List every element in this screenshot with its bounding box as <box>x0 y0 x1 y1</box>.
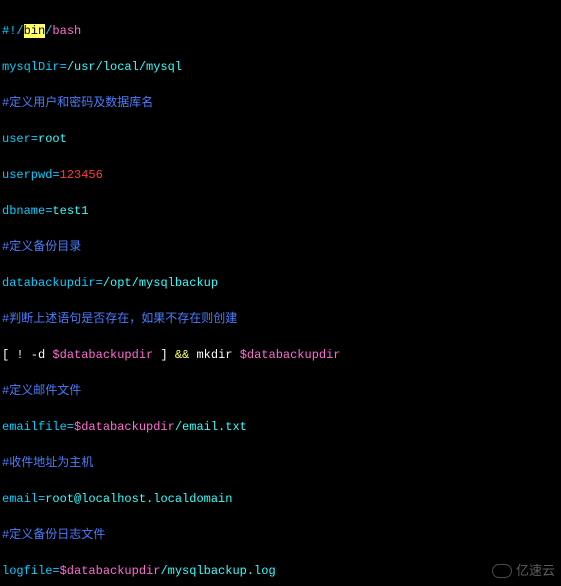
shebang-bash: bash <box>52 24 81 38</box>
comment-line: #判断上述语句是否存在，如果不存在则创建 <box>2 310 559 328</box>
operator: && <box>175 348 189 362</box>
var-value: /usr/local/mysql <box>67 60 182 74</box>
comment-line: #定义备份目录 <box>2 238 559 256</box>
cloud-icon <box>492 564 512 578</box>
test-close: ] <box>153 348 175 362</box>
code-line: logfile=$databackupdir/mysqlbackup.log <box>2 562 559 580</box>
code-line: [ ! -d $databackupdir ] && mkdir $databa… <box>2 346 559 364</box>
var-ref: $databackupdir <box>60 564 161 578</box>
var-name: mysqlDir= <box>2 60 67 74</box>
code-line: email=root@localhost.localdomain <box>2 490 559 508</box>
var-name: logfile= <box>2 564 60 578</box>
comment: #定义备份日志文件 <box>2 528 105 542</box>
var-name: userpwd= <box>2 168 60 182</box>
var-name: databackupdir= <box>2 276 103 290</box>
var-name: dbname= <box>2 204 52 218</box>
var-ref: $databackupdir <box>74 420 175 434</box>
code-line: mysqlDir=/usr/local/mysql <box>2 58 559 76</box>
command: mkdir <box>189 348 239 362</box>
code-line: emailfile=$databackupdir/email.txt <box>2 418 559 436</box>
comment-line: #定义用户和密码及数据库名 <box>2 94 559 112</box>
shebang-hash: #!/ <box>2 24 24 38</box>
comment-line: #定义邮件文件 <box>2 382 559 400</box>
comment-line: #收件地址为主机 <box>2 454 559 472</box>
comment: #收件地址为主机 <box>2 456 93 470</box>
var-value: 123456 <box>60 168 103 182</box>
var-value: root@localhost.localdomain <box>45 492 232 506</box>
code-line: userpwd=123456 <box>2 166 559 184</box>
test-open: [ ! -d <box>2 348 52 362</box>
var-ref: $databackupdir <box>52 348 153 362</box>
comment: #定义备份目录 <box>2 240 81 254</box>
path-part: /email.txt <box>175 420 247 434</box>
comment: #判断上述语句是否存在，如果不存在则创建 <box>2 312 237 326</box>
comment: #定义用户和密码及数据库名 <box>2 96 153 110</box>
code-line: databackupdir=/opt/mysqlbackup <box>2 274 559 292</box>
var-name: user= <box>2 132 38 146</box>
shebang-bin: bin <box>24 24 46 38</box>
var-ref: $databackupdir <box>240 348 341 362</box>
code-line: dbname=test1 <box>2 202 559 220</box>
comment: #定义邮件文件 <box>2 384 81 398</box>
code-line: #!/bin/bash <box>2 22 559 40</box>
var-name: emailfile= <box>2 420 74 434</box>
var-value: /opt/mysqlbackup <box>103 276 218 290</box>
code-line: user=root <box>2 130 559 148</box>
path-part: /mysqlbackup.log <box>160 564 275 578</box>
var-name: email= <box>2 492 45 506</box>
comment-line: #定义备份日志文件 <box>2 526 559 544</box>
var-value: root <box>38 132 67 146</box>
watermark-text: 亿速云 <box>516 562 555 580</box>
terminal-output: #!/bin/bash mysqlDir=/usr/local/mysql #定… <box>0 0 561 586</box>
watermark: 亿速云 <box>492 562 555 580</box>
var-value: test1 <box>52 204 88 218</box>
